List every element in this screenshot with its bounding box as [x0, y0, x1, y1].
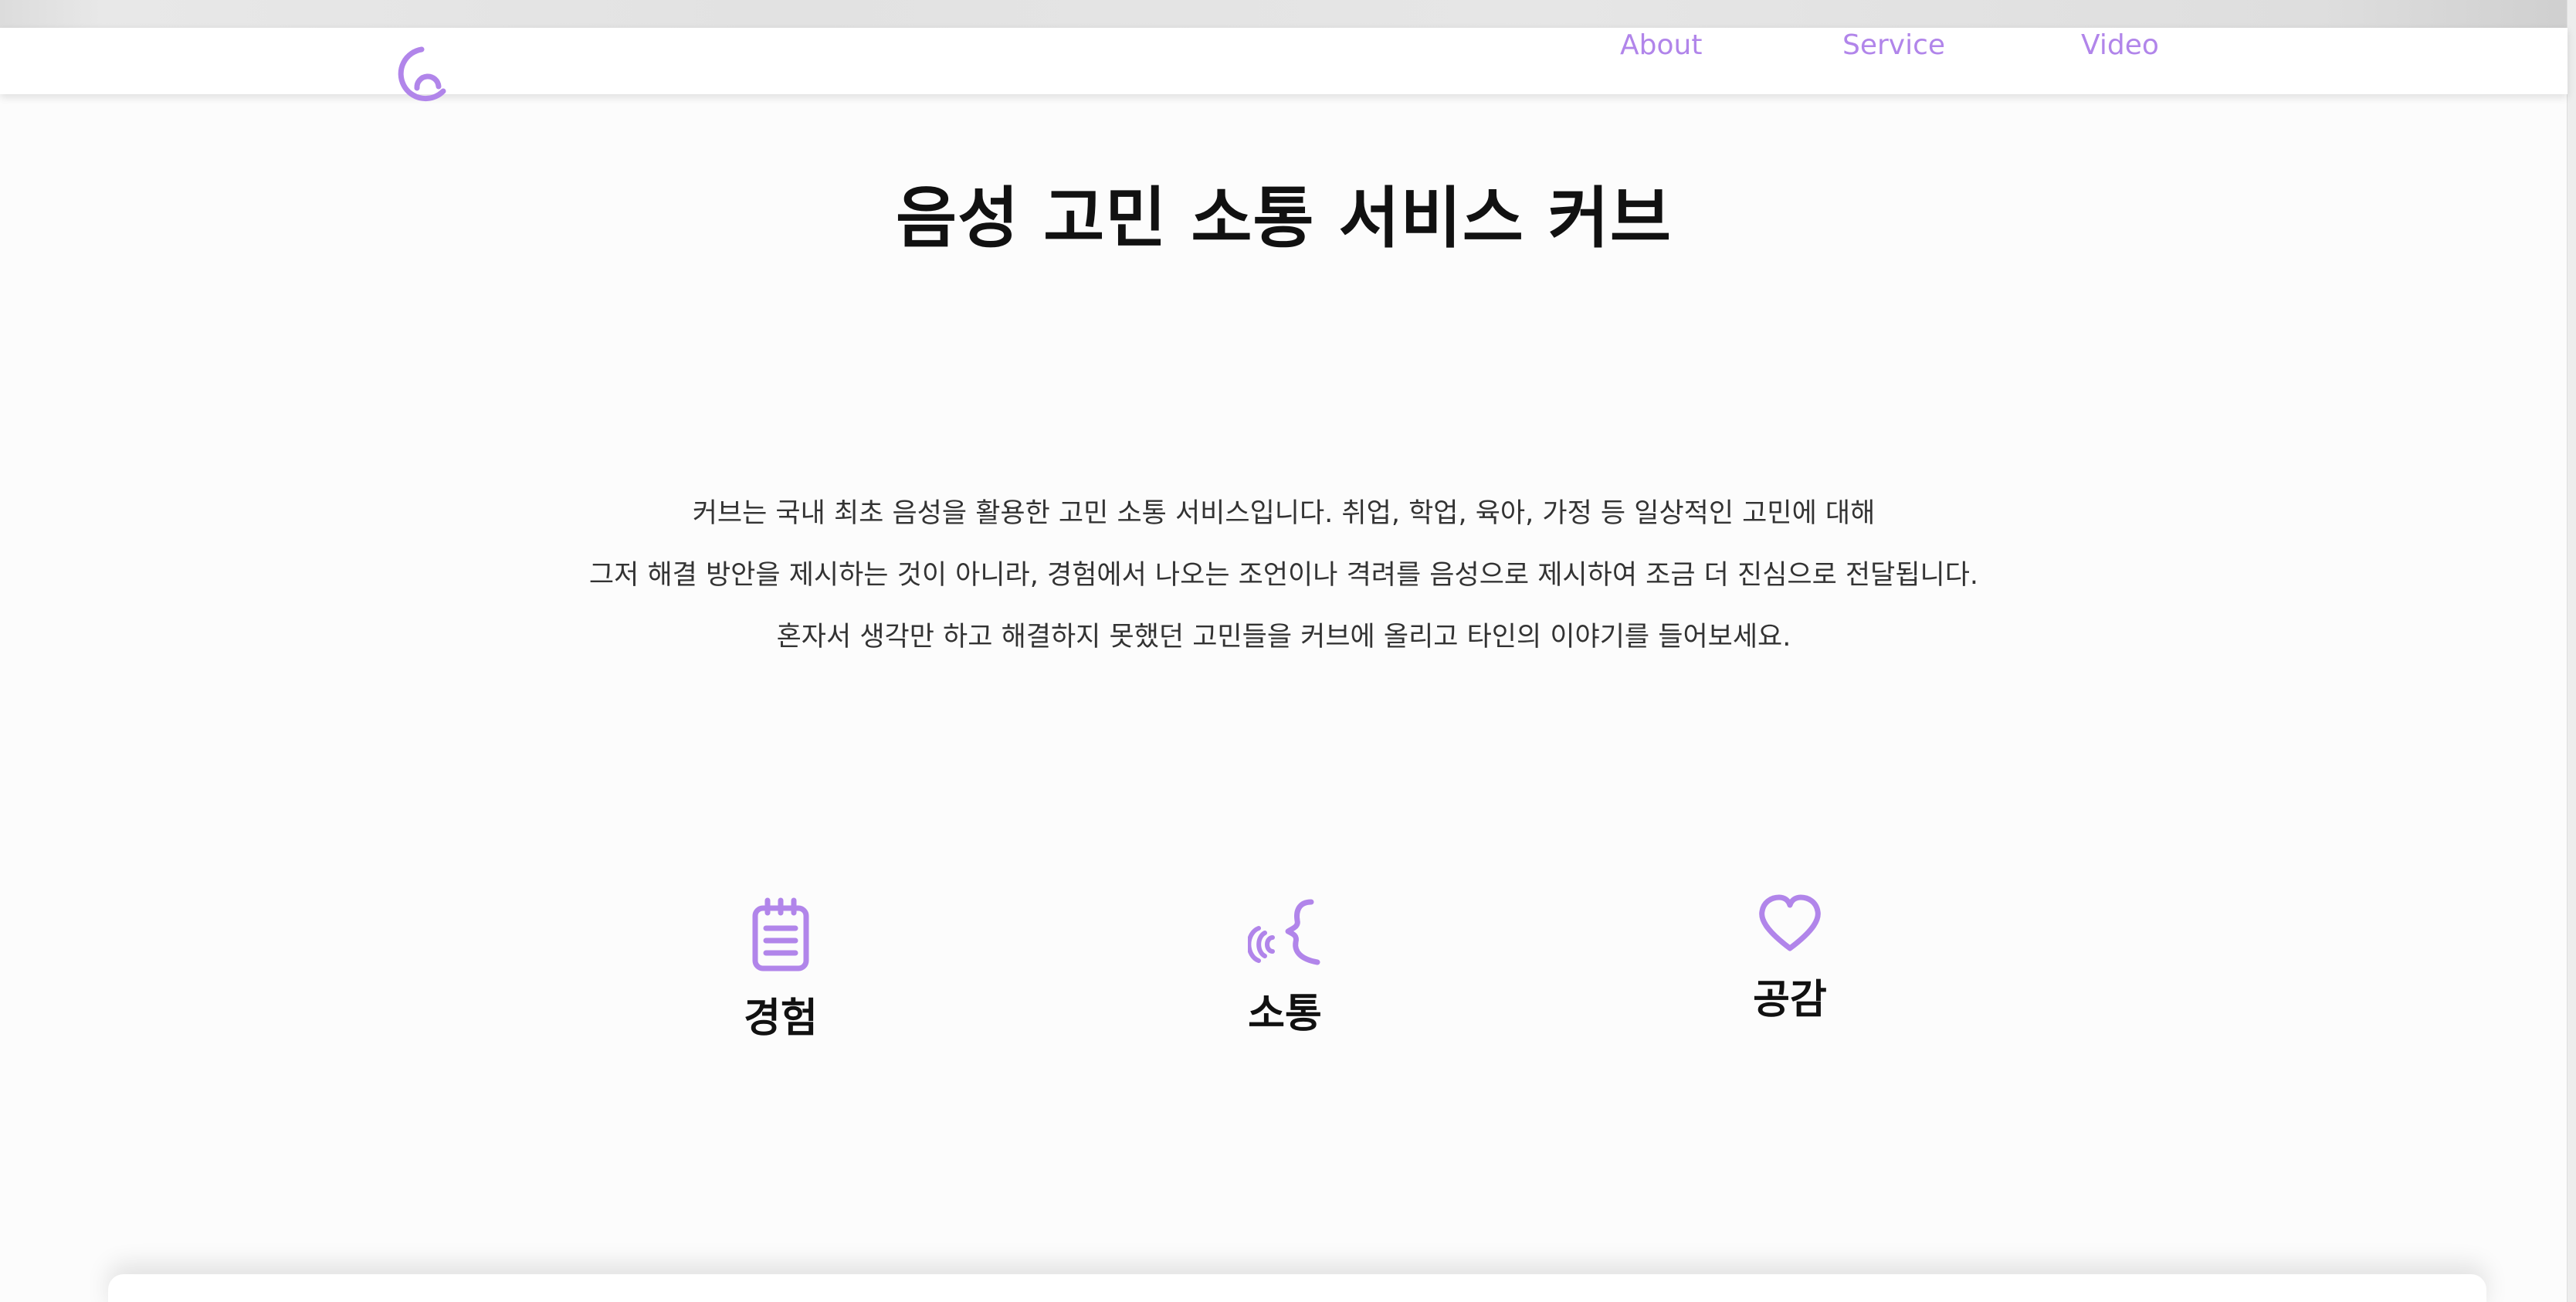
nav-link-service[interactable]: Service	[1842, 29, 1945, 61]
next-section-card	[108, 1274, 2486, 1302]
nav-links: About Service Video	[0, 28, 2568, 74]
feature-communication: 소통	[1169, 897, 1401, 1039]
window-edge	[2567, 0, 2576, 1302]
feature-label-communication: 소통	[1248, 991, 1322, 1037]
feature-label-experience: 경험	[744, 995, 818, 1042]
notepad-icon	[752, 897, 809, 971]
description-line-3: 혼자서 생각만 하고 해결하지 못했던 고민들을 커브에 올리고 타인의 이야기…	[776, 622, 1791, 653]
hero-image-strip	[0, 0, 2576, 31]
feature-label-empathy: 공감	[1753, 977, 1827, 1023]
navbar: About Service Video	[0, 28, 2568, 102]
nav-link-video[interactable]: Video	[2081, 29, 2159, 61]
feature-empathy: 공감	[1674, 894, 1906, 1025]
heart-icon	[1759, 894, 1821, 951]
voice-icon	[1248, 899, 1320, 965]
page-title: 음성 고민 소통 서비스 커브	[895, 180, 1673, 257]
page: About Service Video 음성 고민 소통 서비스 커브 커브는 …	[0, 0, 2576, 1302]
description-line-1: 커브는 국내 최초 음성을 활용한 고민 소통 서비스입니다. 취업, 학업, …	[692, 498, 1876, 529]
feature-experience: 경험	[665, 897, 897, 1043]
nav-link-about[interactable]: About	[1620, 29, 1702, 61]
description-line-2: 그저 해결 방안을 제시하는 것이 아니라, 경험에서 나오는 조언이나 격려를…	[588, 560, 1979, 591]
